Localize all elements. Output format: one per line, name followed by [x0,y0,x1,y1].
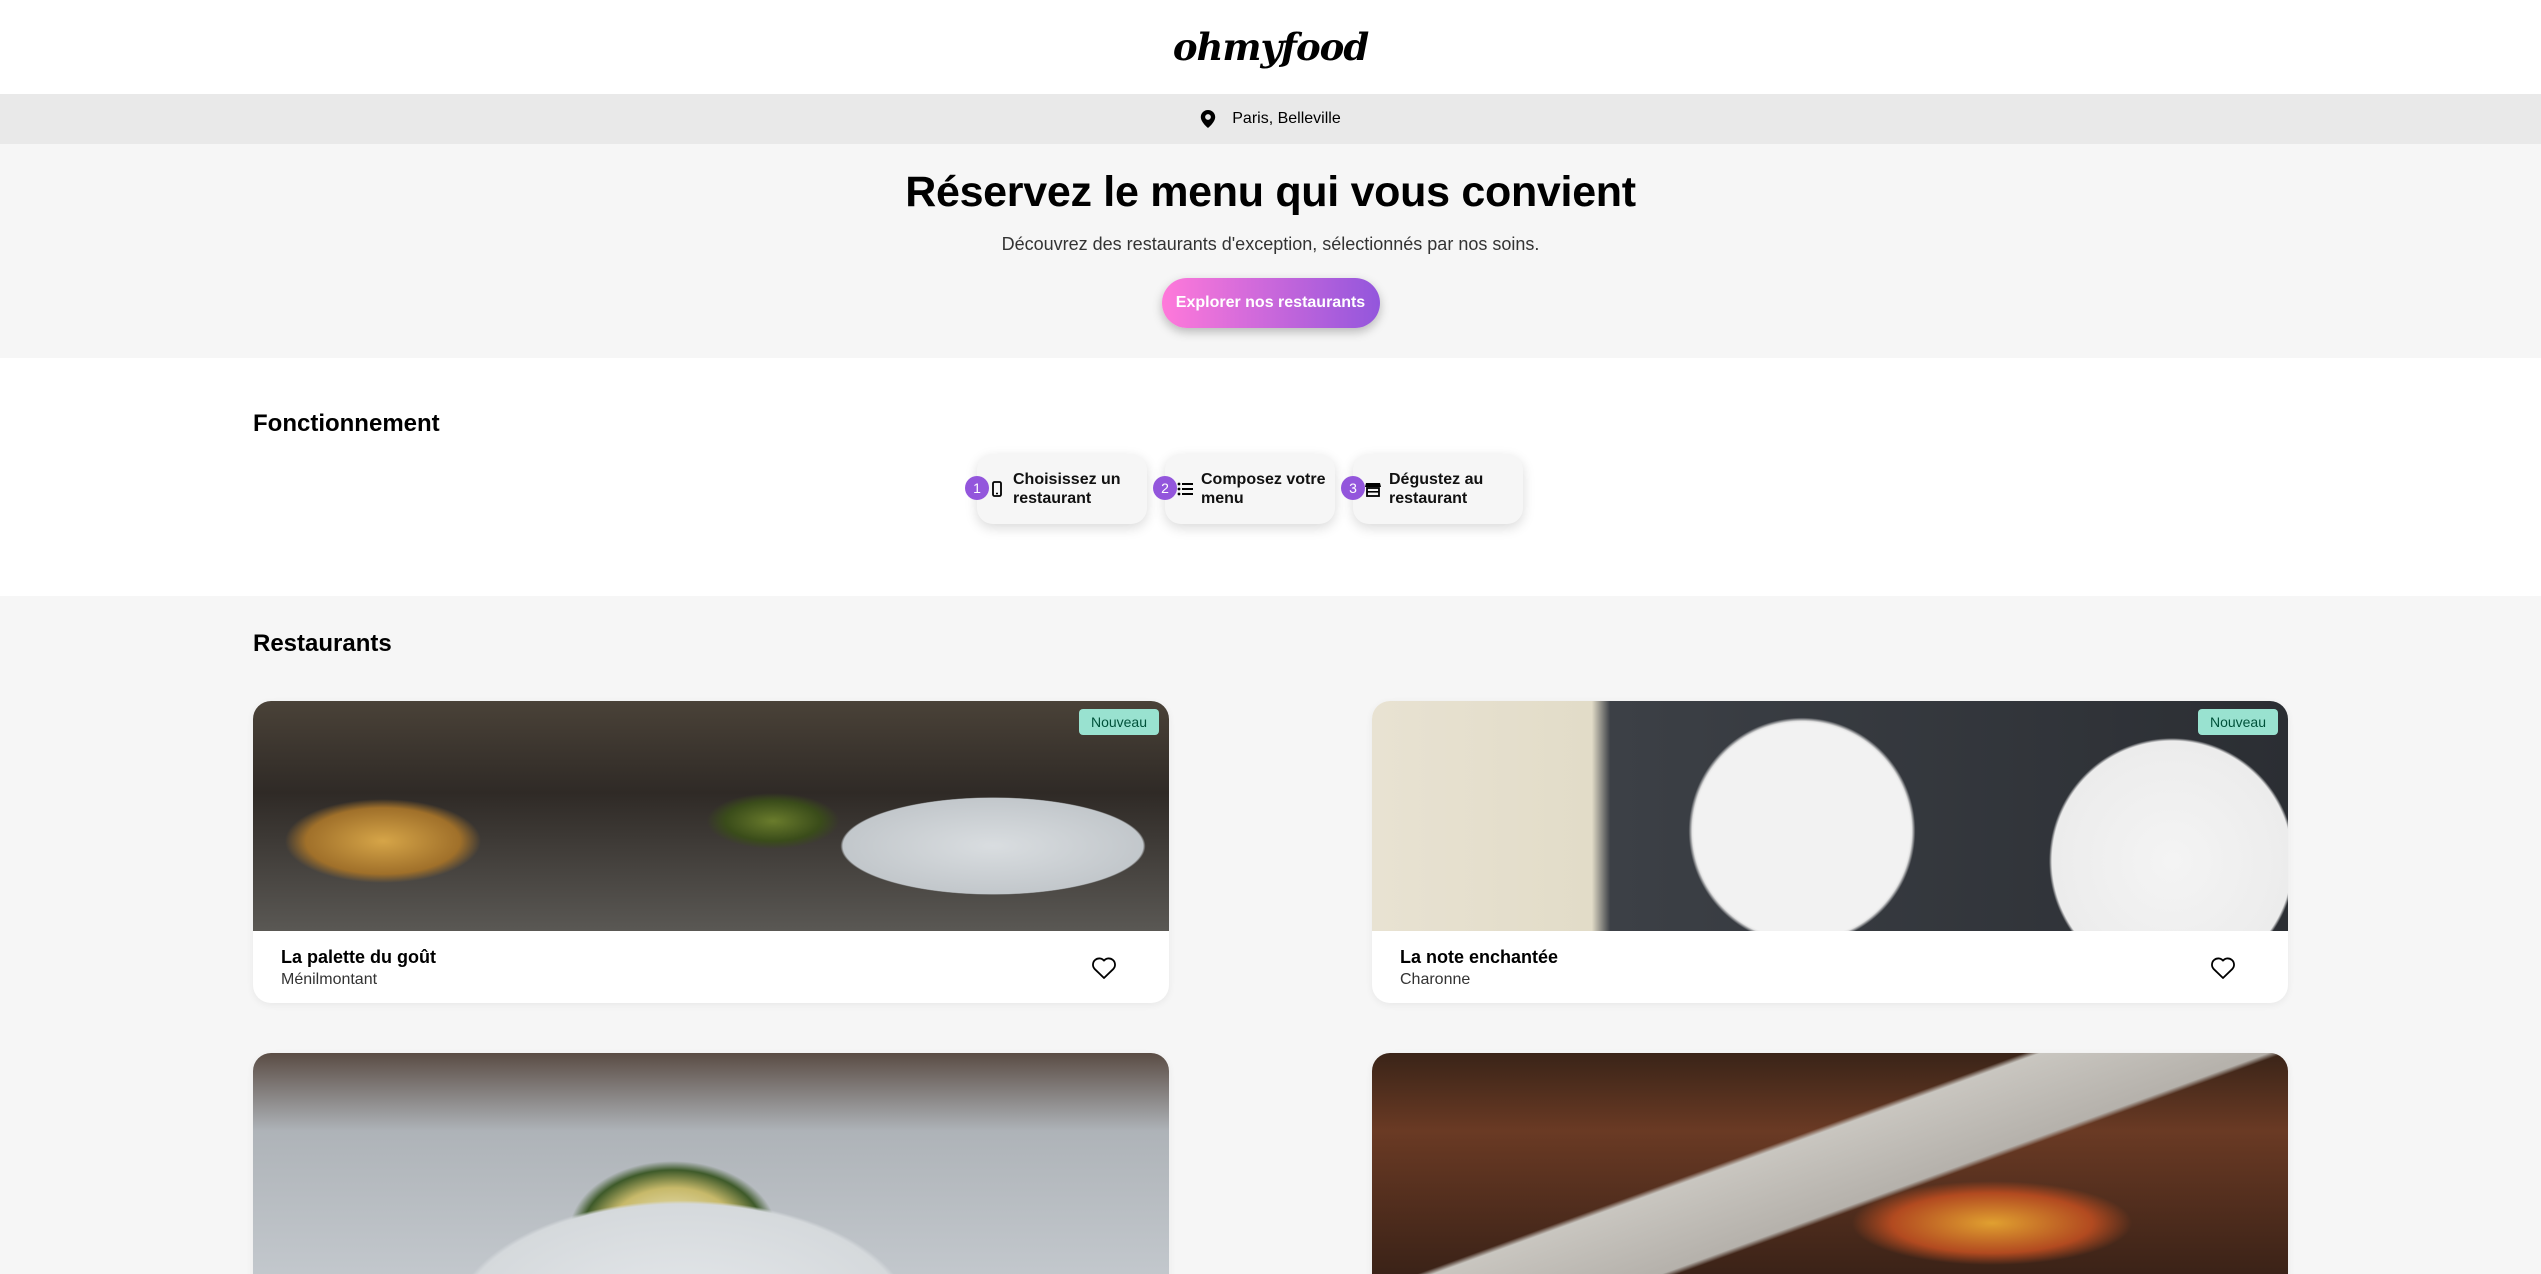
restaurant-photo: Nouveau [253,701,1169,931]
step-label: Choisissez un restaurant [1013,470,1121,508]
restaurant-card[interactable] [253,1053,1169,1274]
restaurant-card[interactable]: Nouveau La palette du goût Ménilmontant [253,701,1169,1003]
location-text: Paris, Belleville [1232,110,1341,127]
restaurant-name: La palette du goût [281,947,436,967]
hero-subtitle: Découvrez des restaurants d'exception, s… [1001,234,1540,254]
logo[interactable]: ohmyfood [1173,25,1369,69]
how-it-works-section: Fonctionnement 1 Choisissez un restauran… [0,358,2541,596]
location-bar: Paris, Belleville [0,94,2541,144]
hero-title: Réservez le menu qui vous convient [905,168,1636,216]
heart-icon[interactable] [1091,956,1117,980]
step-label-line2: restaurant [1013,490,1092,507]
step-label-line2: restaurant [1389,490,1468,507]
store-icon [1365,480,1381,498]
restaurant-card-body: La palette du goût Ménilmontant [253,931,1169,1003]
restaurants-section: Restaurants Nouveau La palette du goût M… [0,596,2541,1274]
restaurant-name: La note enchantée [1400,947,1559,967]
restaurant-card[interactable] [1372,1053,2288,1274]
explore-restaurants-button[interactable]: Explorer nos restaurants [1161,278,1380,328]
new-badge: Nouveau [1078,709,1159,735]
restaurant-area: Charonne [1400,971,1471,988]
restaurant-card[interactable]: Nouveau La note enchantée Charonne [1372,701,2288,1003]
restaurant-area: Ménilmontant [281,971,378,988]
how-it-works-title: Fonctionnement [253,410,440,437]
step-choose-restaurant: 1 Choisissez un restaurant [965,454,1147,524]
map-pin-icon [1200,110,1216,128]
step-number: 2 [1153,476,1177,500]
restaurant-photo [1372,1053,2288,1274]
hero-section: Réservez le menu qui vous convient Décou… [0,144,2541,358]
step-label-line1: Composez votre [1201,471,1326,488]
new-badge: Nouveau [2197,709,2278,735]
step-enjoy-restaurant: 3 Dégustez au restaurant [1341,454,1523,524]
step-number: 3 [1341,476,1365,500]
restaurant-photo: Nouveau [1372,701,2288,931]
restaurant-photo [253,1053,1169,1274]
heart-icon[interactable] [2210,956,2236,980]
step-label: Dégustez au restaurant [1389,470,1483,508]
restaurants-title: Restaurants [253,630,392,657]
mobile-phone-icon [989,480,1005,498]
steps-list: 1 Choisissez un restaurant 2 Composez vo… [965,454,1541,524]
step-label-line1: Dégustez au [1389,471,1484,488]
restaurant-card-body: La note enchantée Charonne [1372,931,2288,1003]
step-number: 1 [965,476,989,500]
step-label-line1: Choisissez un [1013,471,1121,488]
list-icon [1177,480,1193,498]
site-header: ohmyfood [0,0,2541,94]
step-compose-menu: 2 Composez votre menu [1153,454,1335,524]
step-label-line2: menu [1201,490,1244,507]
step-label: Composez votre menu [1201,470,1325,508]
